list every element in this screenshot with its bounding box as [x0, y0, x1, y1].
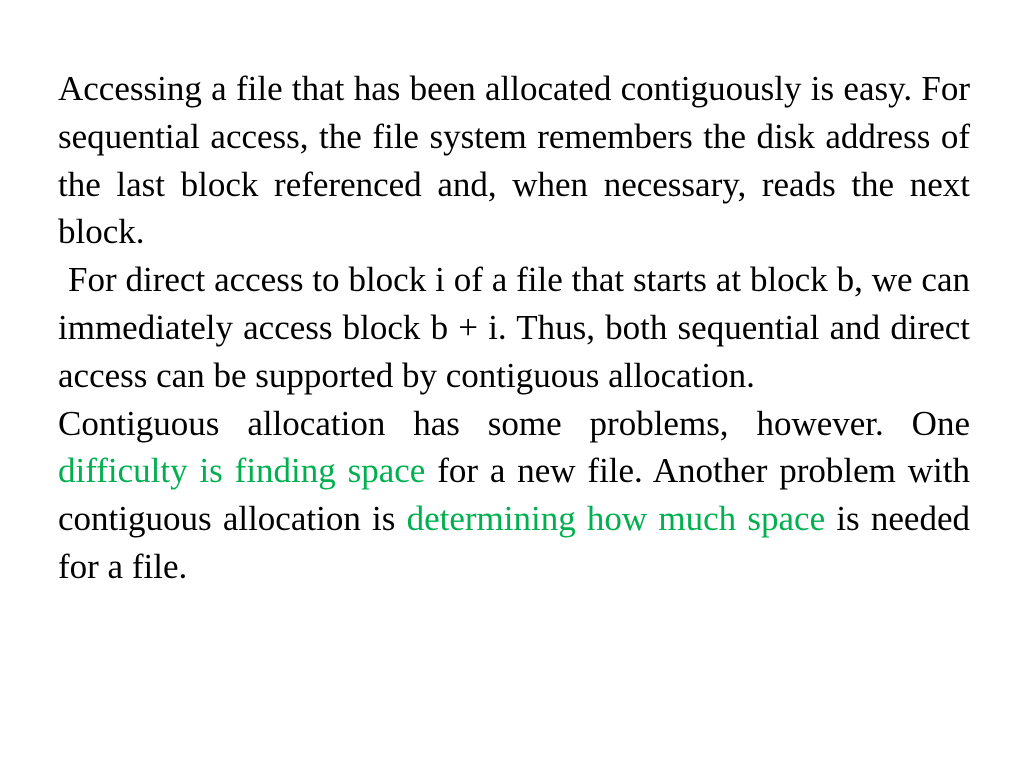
text-segment: Contiguous allocation has some problems,…	[58, 403, 970, 443]
paragraph-direct-access: For direct access to block i of a file t…	[58, 260, 970, 395]
paragraph-allocation-problems: Contiguous allocation has some problems,…	[58, 400, 970, 591]
highlight-finding-space: difficulty is finding space	[58, 451, 426, 491]
slide-body: Accessing a file that has been allocated…	[58, 65, 970, 591]
highlight-determining-space: determining how much space	[406, 499, 826, 539]
paragraph-contiguous-access: Accessing a file that has been allocated…	[58, 69, 970, 252]
